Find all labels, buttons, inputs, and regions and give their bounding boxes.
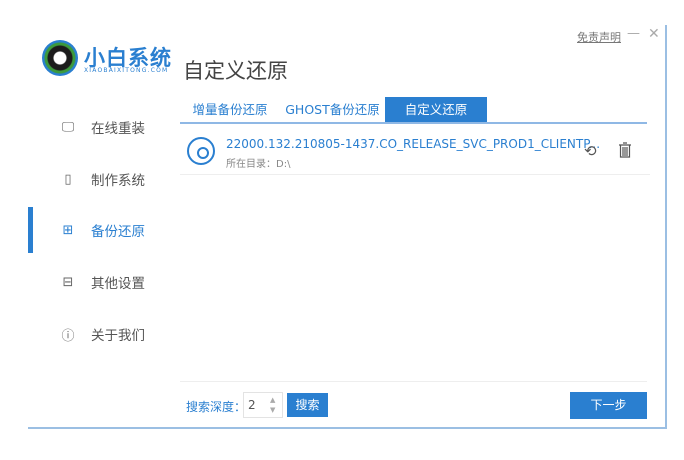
restore-icon[interactable]: ⟲ <box>584 142 597 160</box>
search-depth-value: 2 <box>248 398 256 412</box>
sidebar-item-label: 在线重装 <box>91 121 145 137</box>
file-directory: 所在目录：D:\ <box>226 159 291 170</box>
sidebar-item-label: 制作系统 <box>91 173 145 189</box>
chevron-up-icon[interactable]: ▲ <box>270 396 275 404</box>
trash-icon[interactable] <box>618 142 632 158</box>
sidebar-item-about[interactable]: ⓘ 关于我们 <box>28 311 168 357</box>
sidebar-item-other-settings[interactable]: ⊟ 其他设置 <box>28 259 168 305</box>
tab-custom-restore[interactable]: 自定义还原 <box>385 97 487 122</box>
tab-bar: 增量备份还原 GHOST备份还原 自定义还原 <box>180 97 647 124</box>
disclaimer-link[interactable]: 免责声明 <box>577 29 621 45</box>
search-depth-stepper[interactable]: 2 ▲ ▼ <box>243 392 283 418</box>
briefcase-icon: ⊟ <box>62 274 74 290</box>
sidebar-item-online-reinstall[interactable]: 🖵 在线重装 <box>28 104 168 150</box>
window-border <box>665 25 667 429</box>
brand-subtitle: XIAOBAIXITONG.COM <box>84 67 169 74</box>
sidebar-item-label: 关于我们 <box>91 328 145 344</box>
backup-icon: ⊞ <box>62 222 74 238</box>
logo-icon <box>42 40 78 76</box>
info-icon: ⓘ <box>61 328 75 344</box>
search-depth-label: 搜索深度： <box>186 400 247 414</box>
page-title: 自定义还原 <box>183 59 288 83</box>
chevron-down-icon[interactable]: ▼ <box>270 406 275 414</box>
usb-icon: ▯ <box>64 171 72 187</box>
sidebar-item-label: 其他设置 <box>91 276 145 292</box>
divider <box>180 381 647 382</box>
monitor-icon: 🖵 <box>61 119 75 135</box>
tab-ghost-restore[interactable]: GHOST备份还原 <box>280 97 385 122</box>
window-border <box>28 427 667 429</box>
sidebar-item-label: 备份还原 <box>91 224 145 240</box>
close-button[interactable]: ✕ <box>648 26 660 42</box>
search-button[interactable]: 搜索 <box>287 393 328 417</box>
file-name: 22000.132.210805-1437.CO_RELEASE_SVC_PRO… <box>226 137 601 151</box>
next-button[interactable]: 下一步 <box>570 392 647 419</box>
disc-icon <box>187 137 215 165</box>
sidebar-item-make-system[interactable]: ▯ 制作系统 <box>28 156 168 202</box>
tab-incremental-restore[interactable]: 增量备份还原 <box>180 97 280 122</box>
sidebar-item-backup-restore[interactable]: ⊞ 备份还原 <box>28 207 168 253</box>
minimize-button[interactable]: — <box>627 26 640 41</box>
list-item[interactable]: 22000.132.210805-1437.CO_RELEASE_SVC_PRO… <box>180 125 650 175</box>
